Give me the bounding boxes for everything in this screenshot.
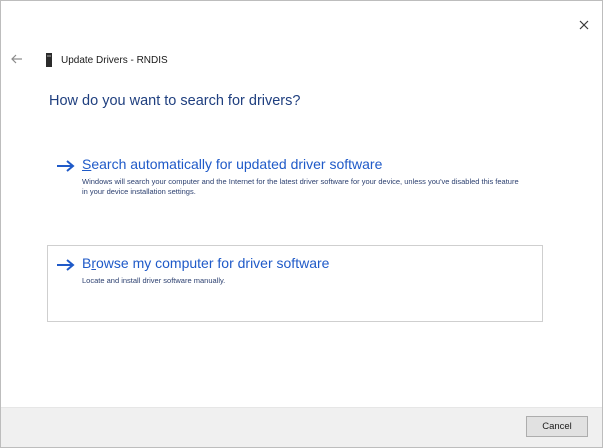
back-arrow-icon[interactable]	[9, 51, 25, 67]
search-automatically-description: Windows will search your computer and th…	[82, 177, 519, 196]
search-automatically-label[interactable]: Search automatically for updated driver …	[82, 156, 382, 172]
browse-computer-description: Locate and install driver software manua…	[82, 276, 226, 285]
browse-computer-option[interactable]: Browse my computer for driver software L…	[47, 245, 543, 322]
dialog-title: Update Drivers - RNDIS	[61, 54, 168, 66]
arrow-right-icon	[57, 259, 75, 271]
close-icon[interactable]	[572, 13, 596, 37]
search-automatically-option[interactable]: Search automatically for updated driver …	[47, 149, 543, 221]
update-drivers-dialog: Update Drivers - RNDIS How do you want t…	[0, 0, 603, 448]
arrow-right-icon	[57, 160, 75, 172]
dialog-title-bar: Update Drivers - RNDIS	[45, 51, 168, 69]
page-heading: How do you want to search for drivers?	[49, 93, 301, 109]
cancel-button[interactable]: Cancel	[526, 416, 588, 437]
browse-computer-label[interactable]: Browse my computer for driver software	[82, 255, 329, 271]
dialog-footer: Cancel	[1, 407, 602, 447]
device-icon	[46, 53, 52, 67]
